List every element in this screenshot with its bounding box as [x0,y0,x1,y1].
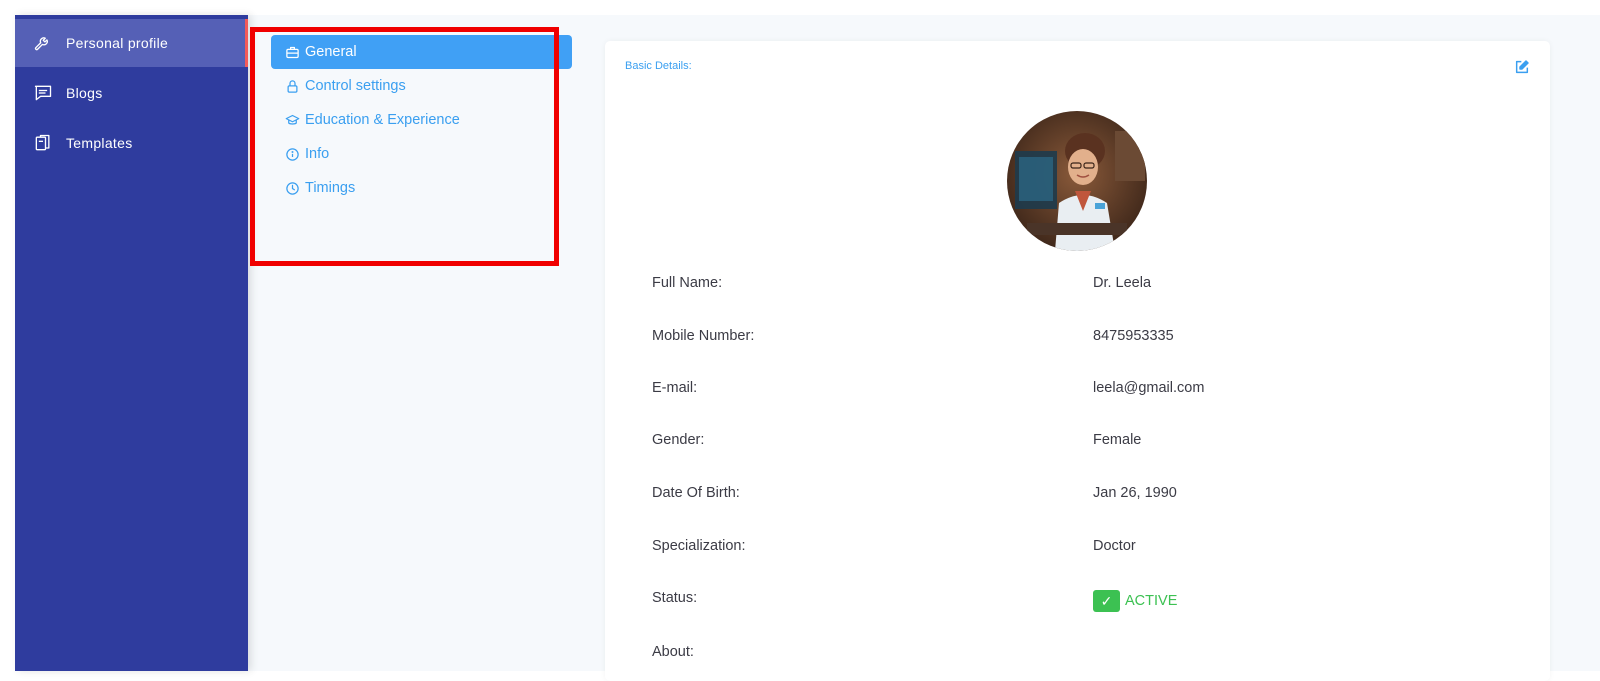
field-value: 8475953335 [1093,328,1174,344]
field-value: Dr. Leela [1093,275,1152,291]
field-row-gender: Gender: Female [652,432,1512,454]
sidebar: Personal profile Blogs Templates [15,15,248,671]
lock-icon [285,79,300,94]
tab-label: Timings [305,180,356,196]
field-row-date-of-birth: Date Of Birth: Jan 26, 1990 [652,485,1512,507]
tab-timings[interactable]: Timings [271,171,572,205]
status-badge: ✓ ACTIVE [1093,590,1177,612]
field-row-status: Status: ✓ ACTIVE [652,590,1512,612]
sidebar-item-blogs[interactable]: Blogs [15,69,248,117]
sidebar-item-label: Templates [66,135,133,151]
clock-icon [285,181,300,196]
field-value: Jan 26, 1990 [1093,485,1177,501]
field-label: Specialization: [652,538,746,554]
field-label: Gender: [652,432,705,448]
field-label: Mobile Number: [652,328,755,344]
field-value: Doctor [1093,538,1136,554]
tab-control-settings[interactable]: Control settings [271,69,572,103]
edit-icon[interactable] [1514,59,1530,75]
check-icon: ✓ [1093,590,1120,612]
field-label: Status: [652,590,698,606]
field-label: Full Name: [652,275,723,291]
wrench-icon [33,33,53,53]
sidebar-item-label: Blogs [66,85,103,101]
sidebar-item-personal-profile[interactable]: Personal profile [15,19,248,67]
info-icon [285,147,300,162]
field-value: Female [1093,432,1142,448]
field-row-mobile: Mobile Number: 8475953335 [652,328,1512,350]
settings-subnav: General Control settings Education & Exp… [271,35,572,205]
field-label: E-mail: [652,380,698,396]
field-label: About: [652,644,694,660]
tab-info[interactable]: Info [271,137,572,171]
field-row-email: E-mail: leela@gmail.com [652,380,1512,402]
graduation-cap-icon [285,113,300,128]
tab-label: Control settings [305,78,406,94]
field-row-about: About: [652,644,1512,666]
tab-label: General [305,44,357,60]
field-label: Date Of Birth: [652,485,740,501]
card-title: Basic Details: [625,60,692,72]
app-root: Personal profile Blogs Templates General… [15,15,1600,681]
sidebar-item-label: Personal profile [66,35,169,51]
field-value: leela@gmail.com [1093,380,1205,396]
sidebar-item-templates[interactable]: Templates [15,119,248,167]
status-text: ACTIVE [1125,593,1178,609]
tab-label: Education & Experience [305,112,460,128]
basic-details-card: Basic Details: Full Name: Dr. Leela Mobi… [605,41,1550,681]
briefcase-icon [285,45,300,60]
tab-label: Info [305,146,330,162]
copy-icon [33,133,53,153]
field-row-full-name: Full Name: Dr. Leela [652,275,1512,297]
chat-icon [33,83,53,103]
tab-general[interactable]: General [271,35,572,69]
tab-education-experience[interactable]: Education & Experience [271,103,572,137]
field-row-specialization: Specialization: Doctor [652,538,1512,560]
avatar [1007,111,1147,251]
